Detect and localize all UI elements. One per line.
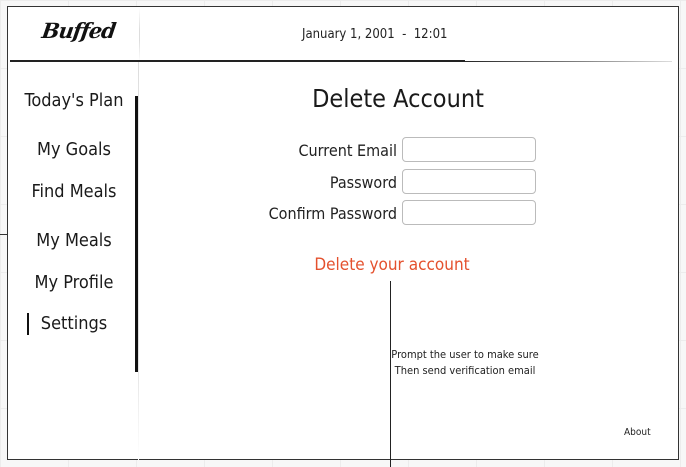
confirm-password-label: Confirm Password — [268, 204, 397, 223]
sidebar-item-find-meals[interactable]: Find Meals — [20, 181, 128, 202]
annotation-note-line-1: Prompt the user to make sure — [391, 348, 539, 361]
current-email-input[interactable] — [402, 137, 536, 162]
page-title: Delete Account — [312, 84, 484, 113]
header-datetime: January 1, 2001 - 12:01 — [302, 27, 448, 42]
header-divider — [139, 8, 140, 62]
header-rule — [10, 60, 465, 62]
sidebar-scrollbar[interactable] — [135, 96, 138, 372]
sidebar-item-my-meals[interactable]: My Meals — [20, 230, 128, 251]
current-email-label: Current Email — [298, 141, 397, 160]
sidebar-item-my-goals[interactable]: My Goals — [20, 139, 128, 160]
header-rule-tail — [462, 61, 672, 62]
delete-account-button[interactable]: Delete your account — [300, 255, 484, 275]
password-label: Password — [329, 173, 397, 192]
sidebar-item-settings[interactable]: Settings — [20, 313, 128, 334]
password-input[interactable] — [402, 169, 536, 194]
confirm-password-input[interactable] — [402, 200, 536, 225]
sidebar-item-my-profile[interactable]: My Profile — [20, 272, 128, 293]
annotation-note: Prompt the user to make sure Then send v… — [380, 347, 550, 379]
about-link[interactable]: About — [624, 427, 651, 438]
annotation-note-line-2: Then send verification email — [394, 364, 536, 377]
sidebar-divider — [138, 62, 139, 460]
app-logo[interactable]: Buffed — [40, 18, 117, 43]
sidebar-item-todays-plan[interactable]: Today's Plan — [20, 90, 128, 111]
annotation-arrow — [0, 234, 7, 235]
